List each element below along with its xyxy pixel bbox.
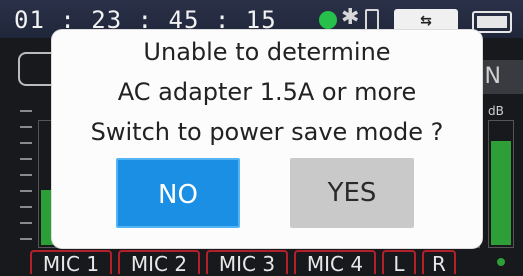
yes-button[interactable]: YES xyxy=(290,158,414,228)
bluetooth-icon: ✱ xyxy=(341,5,360,30)
channel-tab-l: L xyxy=(382,250,416,276)
battery-icon xyxy=(472,11,512,33)
channel-tabs: MIC 1 MIC 2 MIC 3 MIC 4 L R xyxy=(30,250,456,276)
power-save-dialog: Unable to determine AC adapter 1.5A or m… xyxy=(52,30,482,248)
sd-card-icon xyxy=(365,9,379,31)
channel-active-dot xyxy=(497,258,505,266)
channel-tab-mic2: MIC 2 xyxy=(118,250,200,276)
dialog-message-line-3: Switch to power save mode ? xyxy=(90,118,444,146)
meter-scale xyxy=(20,110,32,250)
level-meter-r xyxy=(488,120,514,248)
meter-fill xyxy=(491,141,511,245)
dialog-message-line-1: Unable to determine xyxy=(143,38,391,66)
status-indicator-icon xyxy=(319,11,337,29)
channel-tab-mic1: MIC 1 xyxy=(30,250,112,276)
channel-tab-r: R xyxy=(422,250,456,276)
no-button[interactable]: NO xyxy=(116,158,240,228)
channel-tab-mic3: MIC 3 xyxy=(206,250,288,276)
channel-tab-mic4: MIC 4 xyxy=(294,250,376,276)
dialog-message-line-2: AC adapter 1.5A or more xyxy=(117,78,417,106)
db-label: dB xyxy=(488,104,504,118)
